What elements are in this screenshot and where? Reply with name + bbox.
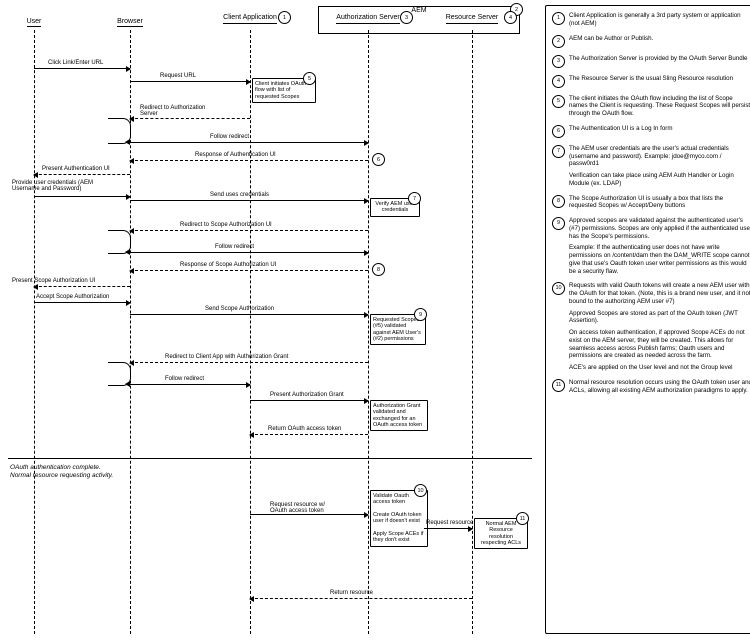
legend-text-6: The Authentication UI is a Log In form [569, 125, 750, 133]
msg-return-resource: Return resource [330, 590, 373, 596]
msg-accept-scope: Accept Scope Authorization [36, 294, 109, 300]
legend-badge-7: 7 [552, 145, 565, 158]
legend-badge-6: 6 [552, 125, 565, 138]
participant-user: User [14, 18, 54, 27]
badge-9: 9 [414, 308, 427, 321]
msg-follow-redirect-2: Follow redirect [215, 244, 254, 250]
legend-badge-10: 10 [552, 282, 565, 295]
participant-resource: Resource Server [432, 14, 512, 24]
legend-badge-3: 3 [552, 55, 565, 68]
participant-browser: Browser [100, 18, 160, 27]
badge-7: 7 [408, 192, 421, 205]
legend-text-2: AEM can be Author or Publish. [569, 35, 750, 43]
legend-panel: 1 Client Application is generally a 3rd p… [545, 5, 750, 634]
legend-badge-5: 5 [552, 95, 565, 108]
msg-redirect-client: Redirect to Client App with Authorizatio… [165, 354, 288, 360]
note-10: Validate Oauth access token Create OAuth… [370, 490, 428, 547]
msg-redirect-auth: Redirect to Authorization Server [140, 105, 220, 117]
sequence-diagram: AEM 2 User Browser Client Application 1 … [0, 0, 540, 640]
msg-req-resource: Request resource [426, 520, 473, 526]
msg-request-url: Request URL [160, 73, 196, 79]
note-grant: Authorization Grant validated and exchan… [370, 400, 428, 431]
badge-4: 4 [504, 11, 517, 24]
aem-label: AEM [411, 7, 426, 14]
legend-text-3: The Authorization Server is provided by … [569, 55, 750, 63]
badge-8: 8 [372, 263, 385, 276]
phase-label: OAuth authentication complete.Normal res… [10, 464, 113, 481]
legend-text-4: The Resource Server is the usual Sling R… [569, 75, 750, 83]
msg-present-scope-ui: Present Scope Authorization UI [12, 278, 95, 284]
legend-badge-2: 2 [552, 35, 565, 48]
phase-divider [8, 458, 532, 459]
participant-auth: Authorization Server [328, 14, 408, 24]
legend-text-10: Requests with valid Oauth tokens will cr… [569, 282, 750, 372]
legend-text-5: The client initiates the OAuth flow incl… [569, 95, 750, 118]
legend-text-7: The AEM user credentials are the user's … [569, 145, 750, 188]
msg-follow-redirect-1: Follow redirect [210, 134, 249, 140]
badge-1: 1 [278, 11, 291, 24]
msg-send-scope: Send Scope Authorization [205, 306, 274, 312]
msg-click-link: Click Link/Enter URL [48, 60, 103, 66]
msg-send-creds: Send uses credentials [210, 192, 269, 198]
participant-client: Client Application [215, 14, 285, 24]
msg-provide-creds: Provide user credentials (AEM Username a… [12, 180, 122, 192]
msg-present-auth-ui: Present Authentication UI [42, 166, 110, 172]
legend-badge-8: 8 [552, 195, 565, 208]
badge-5: 5 [303, 72, 316, 85]
legend-text-1: Client Application is generally a 3rd pa… [569, 12, 750, 28]
msg-present-grant: Present Authorization Grant [270, 392, 344, 398]
badge-10: 10 [414, 484, 427, 497]
legend-text-11: Normal resource resolution occurs using … [569, 379, 750, 395]
legend-text-9: Approved scopes are validated against th… [569, 217, 750, 275]
legend-text-8: The Scope Authorization UI is usually a … [569, 195, 750, 211]
badge-3: 3 [400, 11, 413, 24]
badge-11: 11 [516, 512, 529, 525]
msg-resp-auth-ui: Response of Authentication UI [195, 152, 276, 158]
msg-req-resource-token: Request resource w/ OAuth access token [270, 502, 340, 514]
legend-badge-1: 1 [552, 12, 565, 25]
msg-return-token: Return OAuth access token [268, 426, 341, 432]
badge-6: 6 [372, 153, 385, 166]
legend-badge-11: 11 [552, 379, 565, 392]
msg-resp-scope-ui: Response of Scope Authorization UI [180, 262, 276, 268]
msg-follow-redirect-3: Follow redirect [165, 376, 204, 382]
msg-redirect-scope: Redirect to Scope Authorization UI [180, 222, 272, 228]
legend-badge-9: 9 [552, 217, 565, 230]
legend-badge-4: 4 [552, 75, 565, 88]
